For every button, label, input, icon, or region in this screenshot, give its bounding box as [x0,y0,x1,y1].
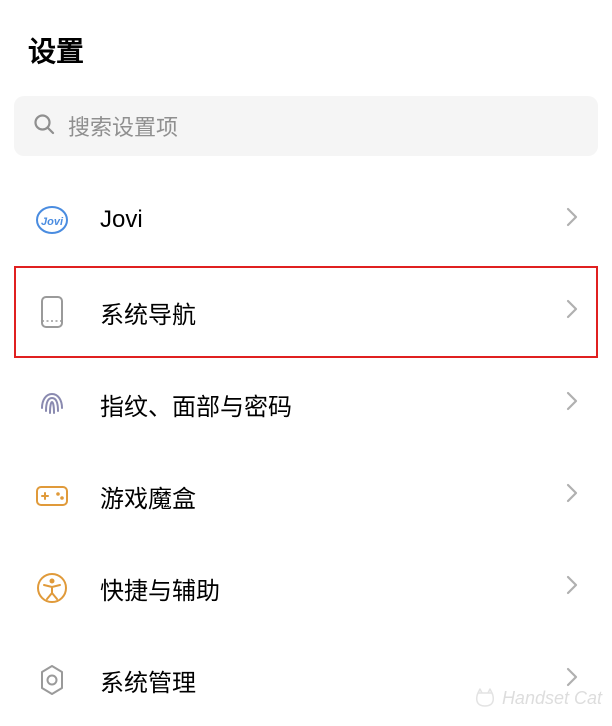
search-input[interactable]: 搜索设置项 [14,96,598,156]
list-item-system-navigation[interactable]: 系统导航 [14,266,598,358]
list-item-label: 游戏魔盒 [100,479,566,514]
chevron-right-icon [566,667,578,693]
gear-icon [34,662,70,698]
chevron-right-icon [566,299,578,325]
list-item-game-box[interactable]: 游戏魔盒 [14,450,598,542]
chevron-right-icon [566,207,578,233]
list-item-fingerprint-face-password[interactable]: 指纹、面部与密码 [14,358,598,450]
list-item-label: 快捷与辅助 [100,571,566,606]
search-placeholder: 搜索设置项 [68,110,178,142]
list-item-system-management[interactable]: 系统管理 [14,634,598,726]
phone-icon [34,294,70,330]
search-icon [32,112,56,141]
list-item-jovi[interactable]: Jovi Jovi [14,174,598,266]
list-item-label: 指纹、面部与密码 [100,387,566,422]
fingerprint-icon [34,386,70,422]
chevron-right-icon [566,575,578,601]
settings-list: Jovi Jovi 系统导航 指纹、面部 [0,174,612,726]
chevron-right-icon [566,391,578,417]
list-item-shortcuts-accessibility[interactable]: 快捷与辅助 [14,542,598,634]
jovi-icon: Jovi [34,202,70,238]
header: 设置 [0,0,612,88]
accessibility-icon [34,570,70,606]
gamepad-icon [34,478,70,514]
list-item-label: 系统导航 [100,295,566,330]
page-title: 设置 [28,30,584,70]
list-item-label: 系统管理 [100,663,566,698]
svg-text:Jovi: Jovi [41,216,64,228]
list-item-label: Jovi [100,206,566,234]
chevron-right-icon [566,483,578,509]
